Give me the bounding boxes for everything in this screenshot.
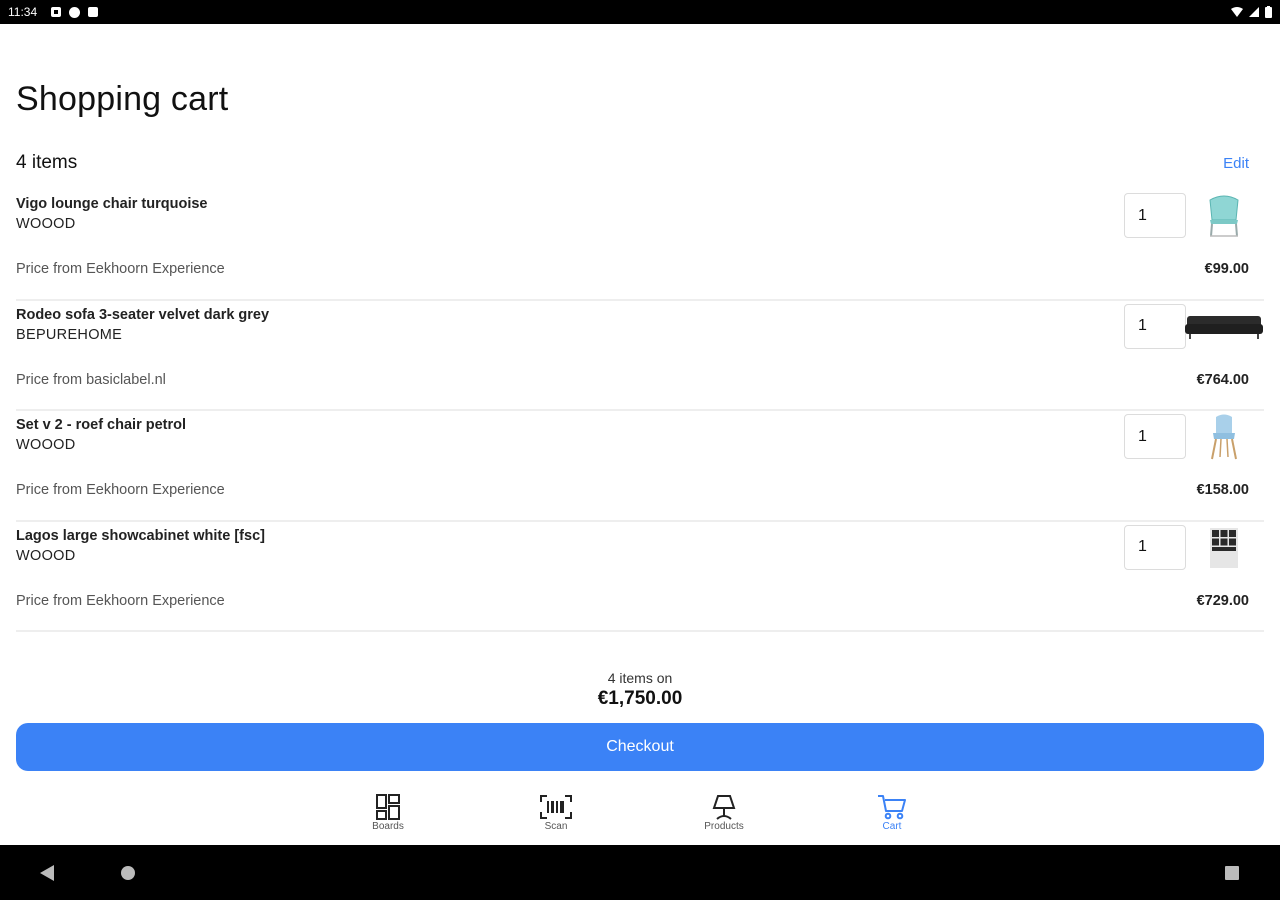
nav-item-products[interactable]: Products — [684, 794, 764, 832]
price-source: Price from basiclabel.nl — [16, 371, 166, 388]
barcode-scan-icon — [540, 795, 572, 819]
nav-item-cart[interactable]: Cart — [852, 794, 932, 832]
sofa-thumbnail[interactable] — [1184, 303, 1264, 351]
product-name[interactable]: Rodeo sofa 3-seater velvet dark grey — [16, 307, 269, 323]
product-brand: WOOOD — [16, 216, 76, 232]
product-brand: WOOOD — [16, 437, 76, 453]
cart-total: €1,750.00 — [597, 688, 683, 709]
nav-label-products: Products — [704, 821, 744, 832]
lamp-icon — [712, 795, 736, 820]
cart-item: Set v 2 - roef chair petrol WOOOD Price … — [16, 411, 1264, 522]
quantity-input[interactable] — [1124, 414, 1186, 459]
nav-label-boards: Boards — [372, 821, 404, 832]
cart-item: Vigo lounge chair turquoise WOOOD Price … — [16, 190, 1264, 301]
checkout-button[interactable]: Checkout — [16, 723, 1264, 771]
bottom-nav: Boards Scan Products Cart — [0, 788, 1280, 844]
system-nav-bar — [0, 845, 1280, 900]
price-source: Price from Eekhoorn Experience — [16, 261, 225, 277]
nav-label-scan: Scan — [544, 821, 568, 832]
product-name[interactable]: Vigo lounge chair turquoise — [16, 196, 207, 212]
product-brand: WOOOD — [16, 547, 76, 564]
price-source: Price from Eekhoorn Experience — [16, 482, 225, 498]
signal-icon — [1249, 7, 1259, 17]
wifi-icon — [1231, 7, 1243, 17]
nav-item-scan[interactable]: Scan — [516, 794, 596, 832]
home-icon[interactable] — [120, 865, 136, 881]
item-count: 4 items — [16, 152, 78, 173]
cart-summary: 4 items on €1,750.00 — [0, 670, 1280, 710]
cart-list: Vigo lounge chair turquoise WOOOD Price … — [16, 190, 1264, 632]
recents-icon[interactable] — [1224, 865, 1240, 881]
cart-header: 4 items Edit — [16, 152, 1264, 174]
price-source: Price from Eekhoorn Experience — [16, 592, 225, 609]
nav-item-boards[interactable]: Boards — [348, 794, 428, 832]
product-price: €729.00 — [1196, 592, 1249, 609]
product-price: €764.00 — [1196, 371, 1249, 388]
product-brand: BEPUREHOME — [16, 326, 123, 343]
edit-button[interactable]: Edit — [1223, 155, 1249, 172]
product-name[interactable]: Lagos large showcabinet white [fsc] — [16, 528, 265, 544]
product-name[interactable]: Set v 2 - roef chair petrol — [16, 417, 186, 433]
notification-icon — [51, 7, 62, 17]
quantity-input[interactable] — [1124, 193, 1186, 238]
boards-icon — [376, 794, 400, 820]
sd-card-icon — [88, 7, 99, 17]
product-price: €158.00 — [1196, 482, 1249, 498]
summary-label: 4 items on — [607, 670, 673, 686]
quantity-input[interactable] — [1124, 303, 1186, 349]
nav-label-cart: Cart — [882, 821, 902, 832]
battery-icon — [1265, 6, 1272, 18]
cabinet-thumbnail[interactable] — [1184, 524, 1264, 572]
back-icon[interactable] — [40, 865, 54, 881]
cart-item: Lagos large showcabinet white [fsc] WOOO… — [16, 522, 1264, 632]
lounge-chair-thumbnail[interactable] — [1184, 192, 1264, 240]
quantity-input[interactable] — [1124, 524, 1186, 570]
cart-item: Rodeo sofa 3-seater velvet dark grey BEP… — [16, 301, 1264, 411]
page-title: Shopping cart — [16, 80, 229, 118]
chair-thumbnail[interactable] — [1184, 413, 1264, 461]
status-bar: 11:34 — [0, 0, 1280, 24]
status-time: 11:34 — [8, 5, 38, 19]
product-price: €99.00 — [1204, 261, 1249, 277]
cart-icon — [878, 795, 906, 820]
app-notification-icon — [69, 6, 81, 18]
